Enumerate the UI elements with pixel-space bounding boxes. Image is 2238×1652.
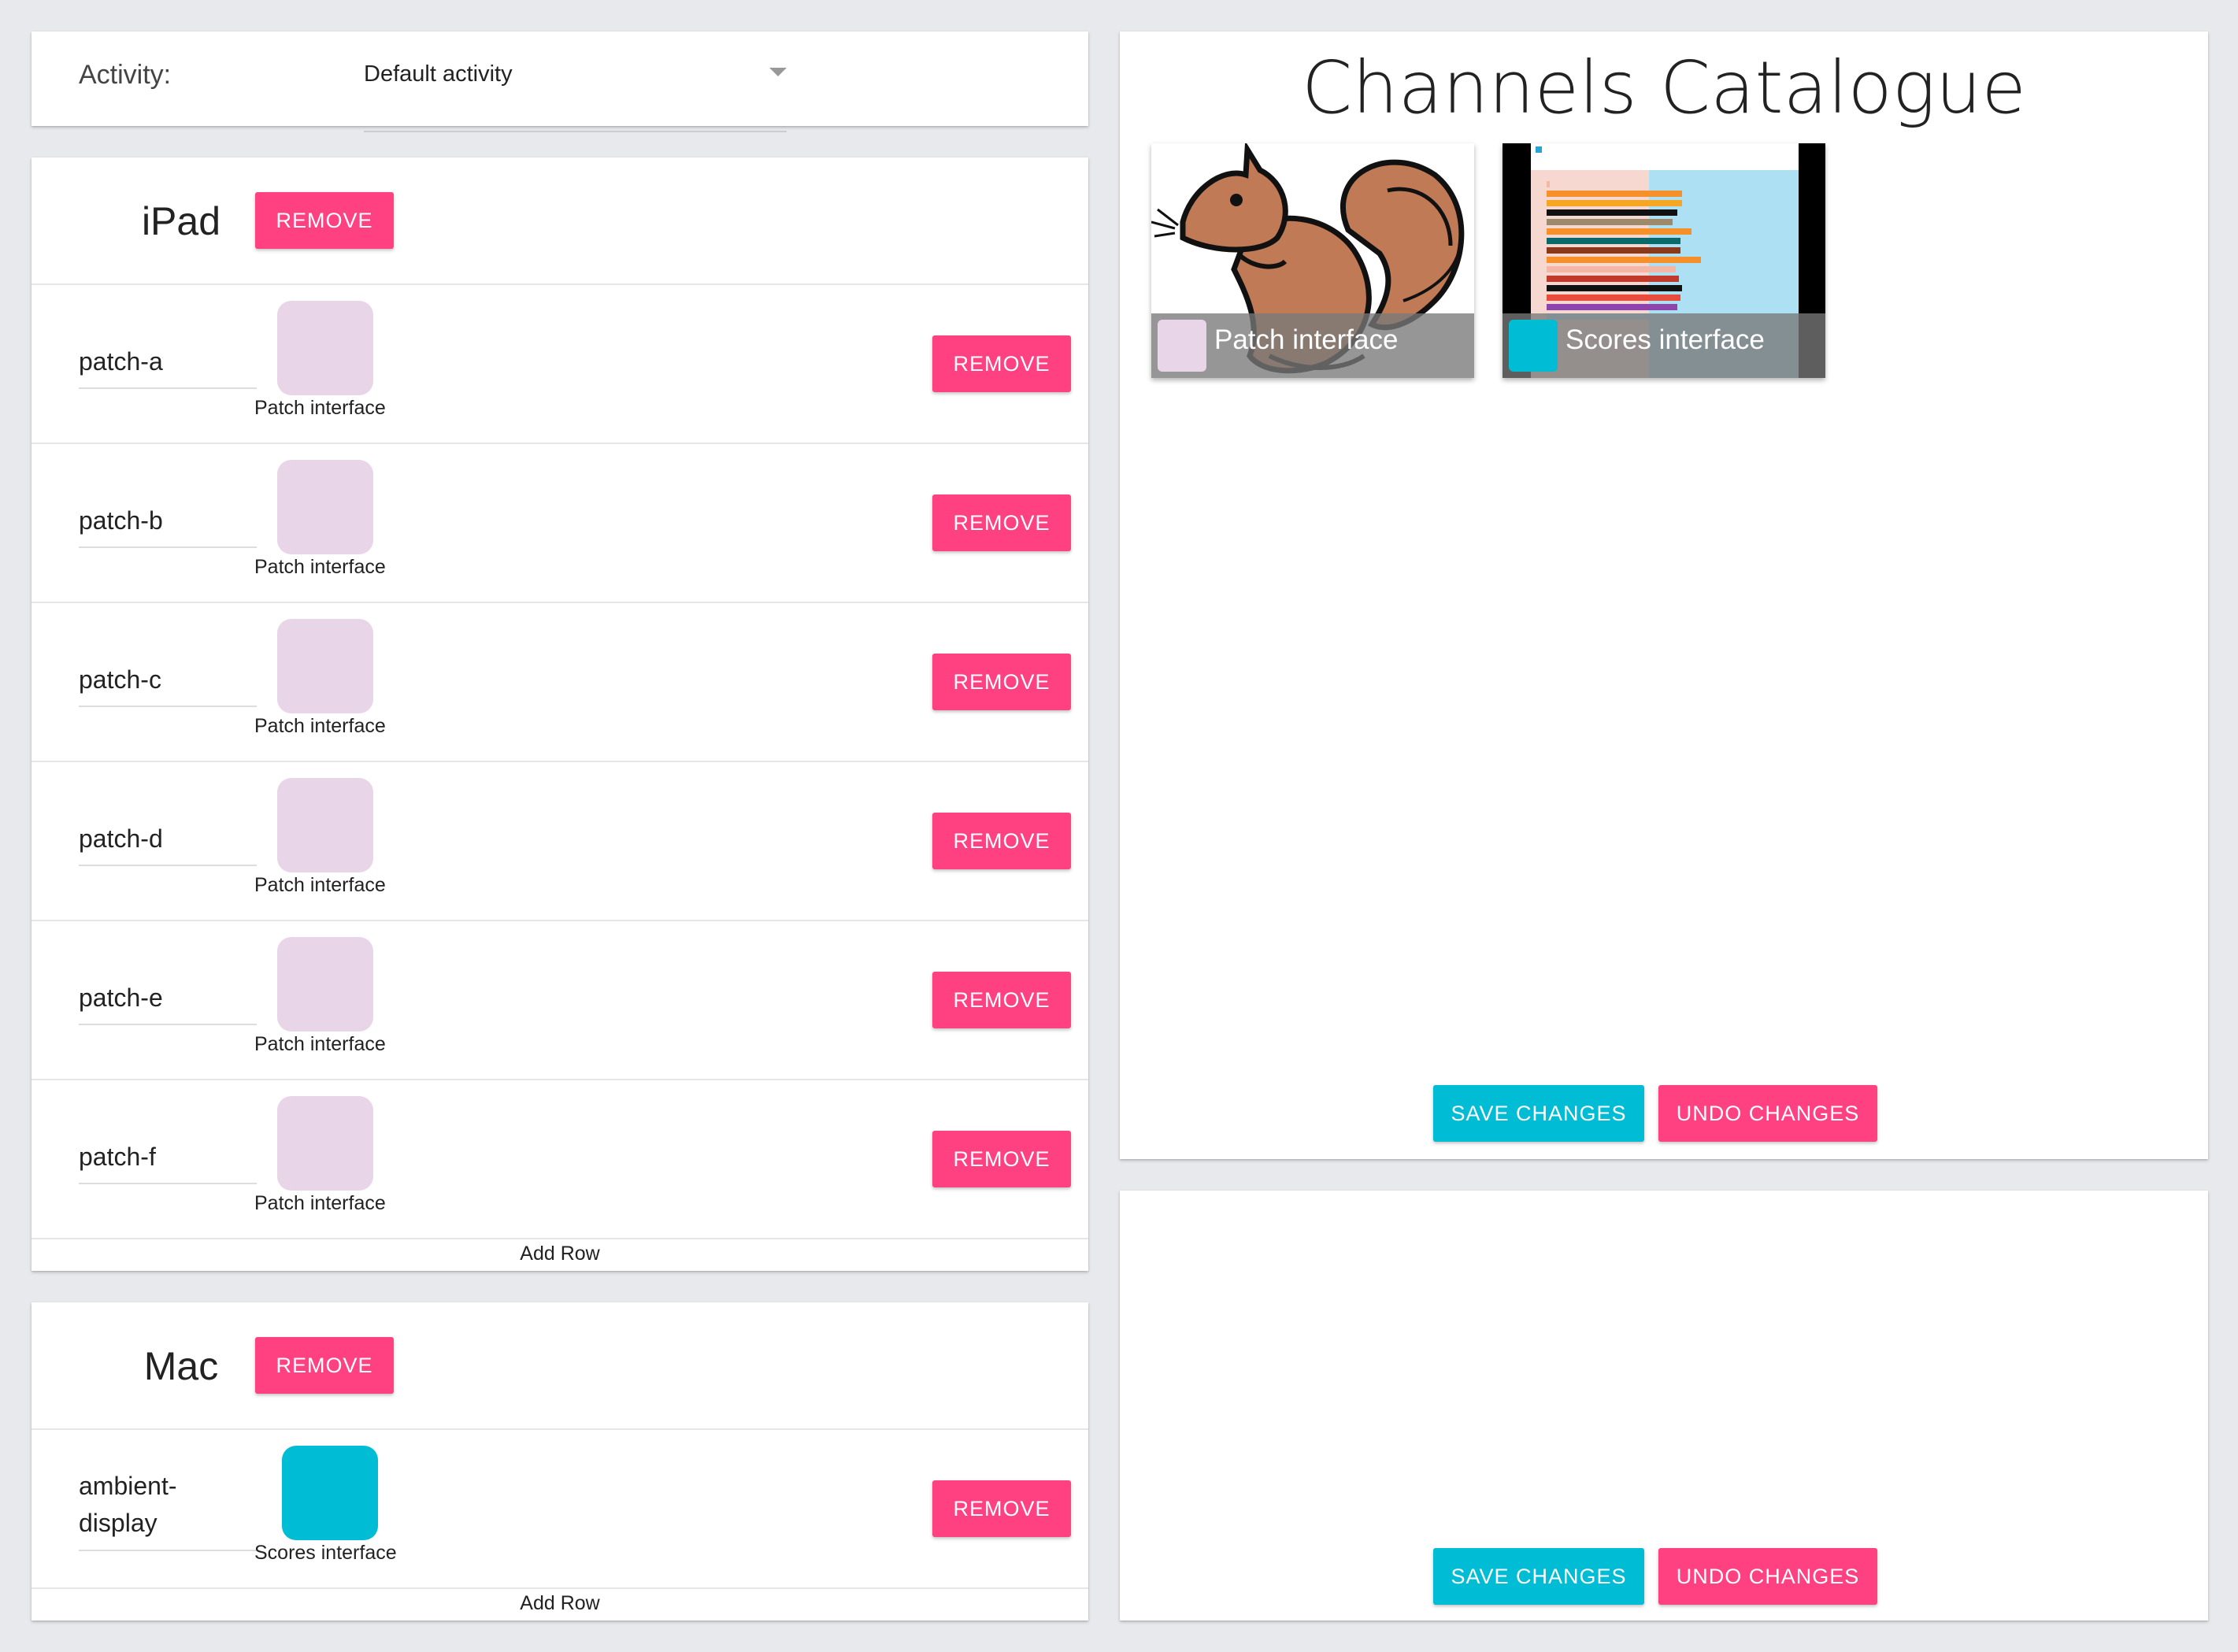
activity-select-value: Default activity xyxy=(364,61,513,87)
channel-row: patch-a Patch interface REMOVE xyxy=(31,285,1088,444)
dropdown-caret-icon xyxy=(769,68,787,76)
interface-label: Patch interface xyxy=(254,556,386,578)
device-header: Mac REMOVE xyxy=(31,1302,1088,1430)
interface-color-chip[interactable] xyxy=(277,937,373,1032)
tile-caption-bar: Patch interface xyxy=(1151,313,1474,378)
remove-row-button[interactable]: REMOVE xyxy=(932,813,1071,869)
channel-name[interactable]: patch-a xyxy=(79,343,163,380)
interface-color-chip[interactable] xyxy=(277,778,373,872)
device-card-ipad: iPad REMOVE patch-a Patch interface REMO… xyxy=(31,157,1088,1271)
remove-device-button[interactable]: REMOVE xyxy=(255,192,394,249)
channel-name-line: display xyxy=(79,1509,157,1537)
activity-card: Activity: Default activity xyxy=(31,31,1088,132)
interface-color-chip[interactable] xyxy=(277,460,373,554)
add-row-button[interactable]: Add Row xyxy=(31,1592,1088,1615)
channel-name-underline xyxy=(79,546,257,548)
undo-changes-button[interactable]: UNDO CHANGES xyxy=(1658,1085,1877,1142)
interface-color-chip[interactable] xyxy=(277,301,373,395)
save-changes-button[interactable]: SAVE CHANGES xyxy=(1433,1085,1644,1142)
channel-name-line: ambient- xyxy=(79,1472,177,1500)
catalogue-tile-scores[interactable]: Scores interface xyxy=(1502,143,1825,378)
save-changes-button[interactable]: SAVE CHANGES xyxy=(1433,1548,1644,1605)
remove-device-button[interactable]: REMOVE xyxy=(255,1337,394,1394)
channel-name-underline xyxy=(79,1183,257,1184)
interface-label: Patch interface xyxy=(254,1033,386,1055)
channel-row: patch-d Patch interface REMOVE xyxy=(31,762,1088,921)
remove-row-button[interactable]: REMOVE xyxy=(932,1131,1071,1187)
catalogue-tile-patch[interactable]: Patch interface xyxy=(1151,143,1474,378)
interface-color-chip[interactable] xyxy=(277,1096,373,1191)
remove-row-button[interactable]: REMOVE xyxy=(932,494,1071,551)
channel-row: patch-e Patch interface REMOVE xyxy=(31,921,1088,1080)
device-card-mac: Mac REMOVE ambient- display Scores inter… xyxy=(31,1302,1088,1621)
interface-color-chip xyxy=(1158,320,1206,372)
interface-label: Patch interface xyxy=(254,715,386,737)
channel-row: patch-b Patch interface REMOVE xyxy=(31,444,1088,603)
lower-panel-card: SAVE CHANGES UNDO CHANGES xyxy=(1120,1191,2208,1621)
channel-name-underline xyxy=(79,387,257,389)
tile-label: Patch interface xyxy=(1214,324,1399,355)
channel-row: patch-f Patch interface REMOVE xyxy=(31,1080,1088,1239)
channel-name-underline xyxy=(79,1550,257,1551)
interface-label: Scores interface xyxy=(254,1542,397,1564)
interface-label: Patch interface xyxy=(254,1192,386,1214)
channel-name[interactable]: patch-d xyxy=(79,820,163,857)
catalogue-title: Channels Catalogue xyxy=(1302,46,2026,130)
undo-changes-button[interactable]: UNDO CHANGES xyxy=(1658,1548,1877,1605)
add-row-button[interactable]: Add Row xyxy=(31,1243,1088,1265)
channel-row: ambient- display Scores interface REMOVE xyxy=(31,1430,1088,1589)
channel-row: patch-c Patch interface REMOVE xyxy=(31,603,1088,762)
channels-catalogue-card: Channels Catalogue Patch interface Score… xyxy=(1120,31,2208,1159)
channel-name[interactable]: patch-f xyxy=(79,1139,156,1176)
channel-name-underline xyxy=(79,706,257,707)
interface-color-chip[interactable] xyxy=(277,619,373,713)
select-underline xyxy=(364,131,787,132)
remove-row-button[interactable]: REMOVE xyxy=(932,335,1071,392)
tile-caption-bar: Scores interface xyxy=(1502,313,1825,378)
interface-label: Patch interface xyxy=(254,397,386,419)
activity-select[interactable]: Default activity xyxy=(364,54,787,142)
interface-color-chip[interactable] xyxy=(282,1446,378,1540)
channel-name-underline xyxy=(79,865,257,866)
activity-label: Activity: xyxy=(79,60,172,90)
channel-name[interactable]: patch-c xyxy=(79,661,161,698)
remove-row-button[interactable]: REMOVE xyxy=(932,972,1071,1028)
device-header: iPad REMOVE xyxy=(31,157,1088,285)
remove-row-button[interactable]: REMOVE xyxy=(932,654,1071,710)
channel-name[interactable]: ambient- display xyxy=(79,1468,177,1542)
tile-label: Scores interface xyxy=(1565,324,1765,355)
interface-color-chip xyxy=(1509,320,1558,372)
channel-name-underline xyxy=(79,1024,257,1025)
channel-name[interactable]: patch-b xyxy=(79,502,163,539)
remove-row-button[interactable]: REMOVE xyxy=(932,1480,1071,1537)
channel-name[interactable]: patch-e xyxy=(79,980,163,1017)
interface-label: Patch interface xyxy=(254,874,386,896)
